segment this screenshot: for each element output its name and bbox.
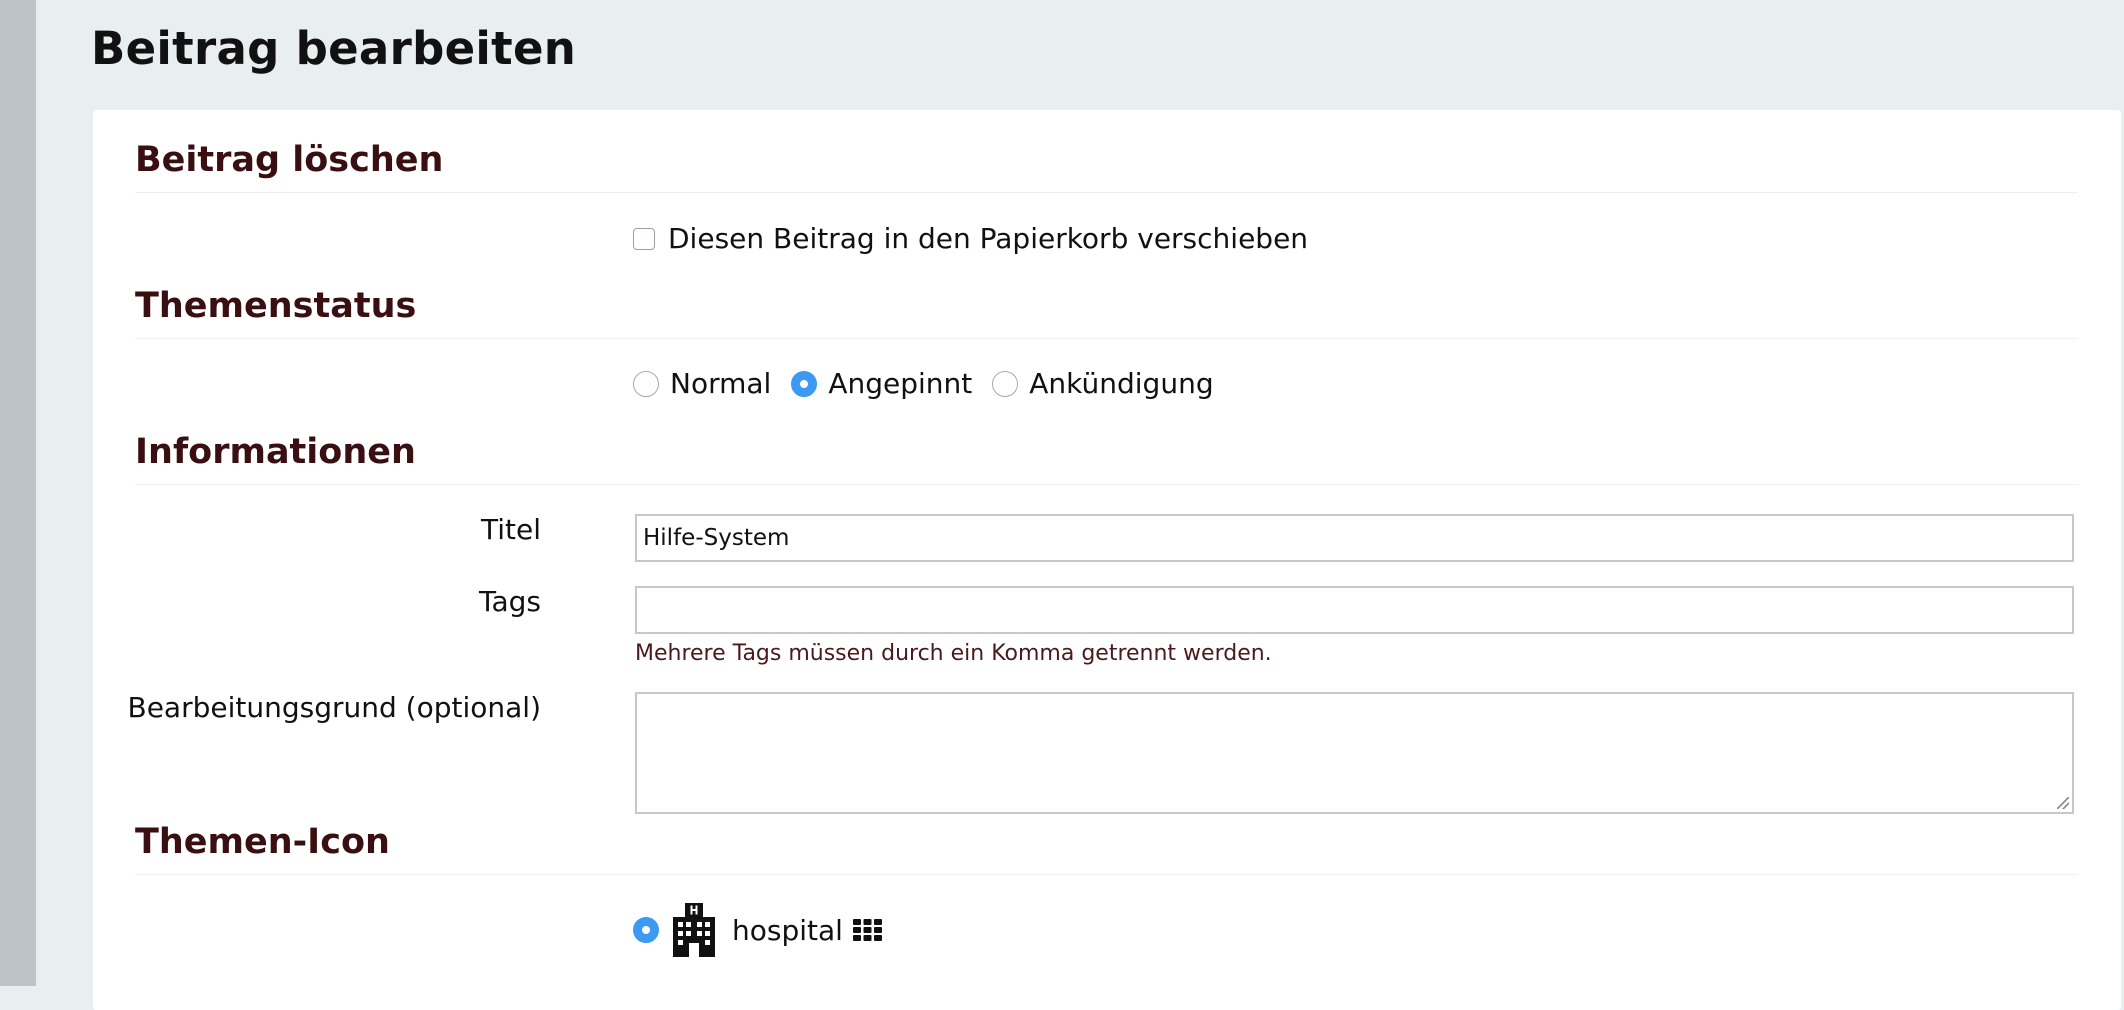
title-field-label: Titel [480,513,541,546]
section-title-topic-icon: Themen-Icon [135,822,2078,875]
page-title: Beitrag bearbeiten [91,22,577,75]
topic-icon-label[interactable]: hospital [732,914,843,947]
title-input[interactable]: Hilfe-System [635,514,2074,562]
edit-reason-field-label: Bearbeitungsgrund (optional) [127,691,542,724]
status-label-pinned[interactable]: Angepinnt [828,367,972,400]
section-title-status: Themenstatus [135,286,2078,339]
section-title-information: Informationen [135,432,2078,485]
move-to-trash-option[interactable]: Diesen Beitrag in den Papierkorb verschi… [633,222,1308,255]
status-label-announcement[interactable]: Ankündigung [1029,367,1213,400]
left-sidebar-strip [0,0,36,986]
tags-field-label: Tags [479,585,541,618]
status-label-normal[interactable]: Normal [670,367,771,400]
hospital-icon [673,903,715,957]
topic-status-radio-group: Normal Angepinnt Ankündigung [633,367,1234,400]
move-to-trash-checkbox[interactable] [633,227,655,250]
move-to-trash-label[interactable]: Diesen Beitrag in den Papierkorb verschi… [668,222,1308,255]
edit-post-panel: Beitrag löschen Diesen Beitrag in den Pa… [93,110,2121,1010]
textarea-resize-handle[interactable] [2057,797,2069,809]
status-radio-pinned[interactable] [791,370,818,397]
topic-icon-option[interactable]: hospital [633,902,882,958]
status-radio-normal[interactable] [633,370,659,397]
status-radio-announcement[interactable] [992,370,1019,397]
edit-reason-textarea[interactable] [635,692,2074,814]
tags-input[interactable] [635,586,2074,634]
grid-icon[interactable] [852,919,882,941]
topic-icon-radio[interactable] [633,917,659,943]
tags-hint: Mehrere Tags müssen durch ein Komma getr… [635,641,1272,666]
section-title-delete: Beitrag löschen [135,140,2078,193]
